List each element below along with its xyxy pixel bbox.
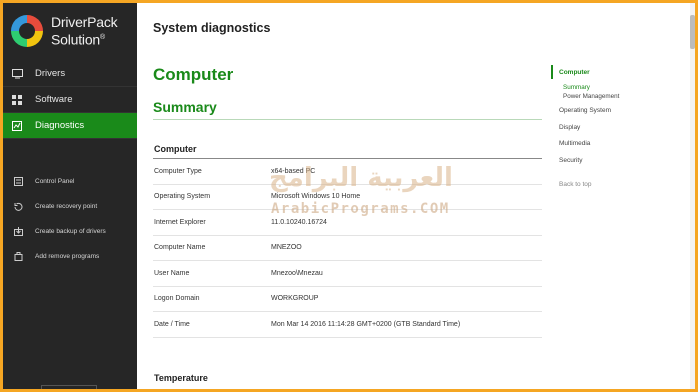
logo-mark-icon	[11, 15, 43, 47]
logo-registered: ®	[100, 34, 105, 41]
rnav-item-display[interactable]: Display	[559, 124, 580, 131]
sidebar-item-drivers[interactable]: Drivers	[3, 61, 137, 87]
row-key: User Name	[154, 269, 190, 277]
page-title: System diagnostics	[153, 21, 271, 35]
main-content: System diagnostics Computer Summary Comp…	[137, 3, 695, 389]
sidebar-item-label: Software	[35, 94, 73, 105]
table-row: Computer Type x64-based PC	[153, 159, 542, 185]
back-to-top-link[interactable]: Back to top	[559, 181, 592, 188]
scrollbar[interactable]	[690, 3, 695, 389]
row-value: x64-based PC	[271, 167, 316, 175]
active-indicator	[551, 65, 553, 79]
row-key: Date / Time	[154, 320, 190, 328]
app-window: DriverPack Solution® Drivers Software Di…	[3, 3, 695, 389]
rnav-item-computer[interactable]: Computer	[559, 69, 590, 76]
table-section-title: Temperature	[154, 373, 208, 383]
tool-label: Create recovery point	[35, 203, 98, 210]
backup-icon	[13, 227, 23, 237]
row-value: WORKGROUP	[271, 295, 319, 303]
app-logo[interactable]: DriverPack Solution®	[11, 15, 136, 49]
row-key: Computer Name	[154, 244, 206, 252]
rnav-item-operating-system[interactable]: Operating System	[559, 107, 611, 114]
row-key: Operating System	[154, 193, 211, 201]
grid-icon	[11, 94, 23, 106]
rnav-item-multimedia[interactable]: Multimedia	[559, 140, 590, 147]
tool-label: Create backup of drivers	[35, 228, 106, 235]
tool-label: Add remove programs	[35, 253, 100, 260]
row-value: MNEZOO	[271, 244, 302, 252]
table-row: Computer Name MNEZOO	[153, 236, 542, 261]
sidebar-item-software[interactable]: Software	[3, 87, 137, 113]
rnav-item-summary[interactable]: Summary	[563, 84, 590, 91]
recovery-icon	[13, 202, 23, 212]
tool-add-remove-programs[interactable]: Add remove programs	[3, 244, 137, 269]
monitor-icon	[11, 68, 23, 80]
sidebar-tools: Control Panel Create recovery point Crea…	[3, 169, 137, 269]
tool-label: Control Panel	[35, 178, 75, 185]
tool-create-recovery-point[interactable]: Create recovery point	[3, 194, 137, 219]
table-section-title: Computer	[154, 144, 197, 154]
control-panel-icon	[13, 177, 23, 187]
scrollbar-thumb[interactable]	[690, 15, 695, 49]
sidebar-item-label: Drivers	[35, 68, 66, 79]
row-key: Computer Type	[154, 167, 202, 175]
table-row: User Name Mnezoo\Mnezau	[153, 261, 542, 287]
rnav-item-power-management[interactable]: Power Management	[563, 93, 619, 100]
logo-line1: DriverPack	[51, 14, 118, 30]
table-row: Logon Domain WORKGROUP	[153, 287, 542, 312]
sidebar-item-label: Diagnostics	[35, 120, 85, 131]
sidebar-bottom-tab[interactable]	[41, 385, 97, 389]
divider	[153, 119, 542, 120]
sidebar-item-diagnostics[interactable]: Diagnostics	[3, 113, 137, 139]
chart-icon	[11, 120, 23, 132]
row-value: Mnezoo\Mnezau	[271, 269, 323, 277]
subsection-heading-summary: Summary	[153, 99, 217, 115]
sidebar-nav: Drivers Software Diagnostics	[3, 61, 137, 139]
sidebar: DriverPack Solution® Drivers Software Di…	[3, 3, 137, 389]
rnav-item-security[interactable]: Security	[559, 157, 582, 164]
row-key: Logon Domain	[154, 295, 200, 303]
tool-control-panel[interactable]: Control Panel	[3, 169, 137, 194]
table-row: Internet Explorer 11.0.10240.16724	[153, 210, 542, 236]
row-value: Mon Mar 14 2016 11:14:28 GMT+0200 (GTB S…	[271, 320, 461, 328]
info-table: Computer Type x64-based PC Operating Sys…	[153, 159, 542, 338]
row-value: 11.0.10240.16724	[271, 218, 327, 226]
table-row: Operating System Microsoft Windows 10 Ho…	[153, 185, 542, 210]
table-row: Date / Time Mon Mar 14 2016 11:14:28 GMT…	[153, 312, 542, 338]
row-key: Internet Explorer	[154, 218, 206, 226]
box-icon	[13, 252, 23, 262]
logo-text: DriverPack Solution®	[51, 15, 139, 48]
logo-line2: Solution	[51, 31, 100, 48]
section-heading-computer: Computer	[153, 65, 234, 84]
row-value: Microsoft Windows 10 Home	[271, 193, 361, 201]
tool-create-backup[interactable]: Create backup of drivers	[3, 219, 137, 244]
